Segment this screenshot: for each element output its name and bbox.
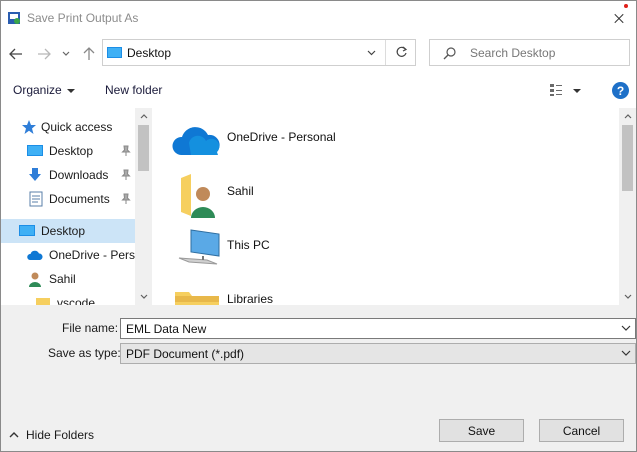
item-label: This PC — [227, 238, 270, 252]
list-item-this-pc[interactable]: This PC — [171, 224, 471, 278]
nav-item-label: Desktop — [41, 224, 86, 238]
file-name-label: File name: — [62, 321, 119, 335]
file-name-value: EML Data New — [126, 322, 207, 336]
search-placeholder: Search Desktop — [470, 46, 556, 60]
pin-icon — [121, 145, 131, 156]
nav-item-desktop-pinned[interactable]: Desktop — [1, 139, 135, 163]
organize-caret-icon — [67, 89, 75, 93]
scroll-thumb[interactable] — [138, 125, 149, 171]
save-button[interactable]: Save — [439, 419, 524, 442]
back-button[interactable] — [5, 43, 27, 65]
organize-button[interactable]: Organize — [13, 83, 62, 97]
nav-item-label: Quick access — [41, 120, 113, 134]
navigation-pane: Quick access Desktop Downloads Documents… — [1, 108, 152, 305]
back-arrow-icon — [9, 48, 22, 60]
scroll-up-arrow[interactable] — [135, 108, 151, 125]
folder-icon — [36, 298, 50, 305]
scroll-down-arrow[interactable] — [619, 288, 636, 305]
star-icon — [22, 120, 36, 134]
nav-item-documents[interactable]: Documents — [1, 187, 135, 211]
refresh-icon — [396, 46, 407, 57]
save-type-value: PDF Document (*.pdf) — [126, 347, 245, 361]
download-arrow-icon — [29, 168, 41, 181]
desktop-folder-icon — [19, 225, 35, 236]
navigation-scrollbar[interactable] — [135, 108, 151, 305]
file-name-input[interactable]: EML Data New — [120, 318, 636, 339]
save-form-area: File name: EML Data New Save as type: PD… — [1, 305, 636, 451]
chevron-down-icon — [62, 51, 70, 56]
list-item-sahil[interactable]: Sahil — [171, 170, 471, 224]
user-folder-icon — [29, 272, 41, 287]
printer-app-icon — [8, 12, 20, 24]
window-title: Save Print Output As — [27, 11, 139, 25]
chevron-down-icon — [624, 294, 631, 299]
nav-item-sahil[interactable]: Sahil — [1, 267, 135, 291]
nav-item-label: Documents — [49, 192, 110, 206]
new-folder-button[interactable]: New folder — [105, 83, 162, 97]
hide-folders-label: Hide Folders — [26, 428, 95, 442]
nav-item-downloads[interactable]: Downloads — [1, 163, 135, 187]
pin-icon — [121, 193, 131, 204]
pin-icon — [121, 169, 131, 180]
address-location: Desktop — [127, 46, 172, 60]
chevron-down-icon — [140, 294, 147, 299]
chevron-down-icon — [367, 50, 375, 55]
title-bar: Save Print Output As — [1, 1, 636, 35]
scroll-thumb[interactable] — [622, 125, 633, 191]
chevron-up-icon — [140, 114, 147, 119]
refresh-button[interactable] — [385, 40, 416, 65]
list-item-onedrive[interactable]: OneDrive - Personal — [171, 116, 471, 170]
nav-item-label: Sahil — [49, 272, 76, 286]
nav-item-label: OneDrive - Perso — [49, 248, 142, 262]
help-button[interactable]: ? — [612, 82, 629, 99]
nav-item-onedrive[interactable]: OneDrive - Perso — [1, 243, 142, 267]
search-icon — [443, 47, 456, 60]
item-label: Libraries — [227, 292, 274, 305]
onedrive-cloud-icon — [172, 127, 220, 155]
scroll-up-arrow[interactable] — [619, 108, 636, 125]
up-button[interactable] — [78, 43, 100, 65]
nav-item-label: Desktop — [49, 144, 94, 158]
cancel-button[interactable]: Cancel — [539, 419, 624, 442]
search-box[interactable]: Search Desktop — [429, 39, 630, 66]
save-dialog: Save Print Output As Desktop Search Desk… — [0, 0, 637, 452]
view-options-icon[interactable] — [549, 83, 563, 97]
onedrive-cloud-icon — [27, 250, 43, 260]
desktop-folder-icon — [107, 47, 122, 58]
nav-item-label: Downloads — [49, 168, 109, 182]
nav-item-desktop-selected[interactable]: Desktop — [1, 219, 135, 243]
view-options-caret-icon[interactable] — [573, 89, 581, 93]
documents-icon — [29, 191, 43, 207]
desktop-folder-icon — [27, 145, 43, 156]
up-arrow-icon — [83, 47, 95, 60]
scroll-down-arrow[interactable] — [135, 288, 151, 305]
address-bar[interactable]: Desktop — [102, 39, 416, 66]
recent-locations-button[interactable] — [58, 43, 74, 65]
item-label: OneDrive - Personal — [227, 130, 336, 144]
chevron-up-icon — [9, 432, 19, 438]
forward-button[interactable] — [33, 43, 55, 65]
save-type-label: Save as type: — [48, 346, 121, 360]
close-button[interactable] — [602, 1, 636, 35]
computer-icon — [178, 229, 220, 265]
folder-icon — [175, 292, 219, 305]
chevron-down-icon[interactable] — [621, 348, 631, 358]
chevron-down-icon[interactable] — [621, 323, 631, 333]
file-list: OneDrive - Personal Sahil This PC Librar… — [153, 108, 636, 305]
file-list-scrollbar[interactable] — [619, 108, 636, 305]
user-folder-icon — [181, 174, 215, 218]
chevron-up-icon — [624, 114, 631, 119]
list-item-libraries[interactable]: Libraries — [171, 278, 471, 305]
nav-item-vscode[interactable]: vscode — [1, 291, 135, 305]
nav-item-label: vscode — [57, 296, 96, 305]
forward-arrow-icon — [38, 48, 51, 60]
nav-item-quick-access[interactable]: Quick access — [1, 115, 135, 139]
command-toolbar: Organize New folder ? — [1, 75, 636, 106]
save-type-select[interactable]: PDF Document (*.pdf) — [120, 343, 636, 364]
address-dropdown-button[interactable] — [358, 40, 384, 65]
item-label: Sahil — [227, 184, 254, 198]
